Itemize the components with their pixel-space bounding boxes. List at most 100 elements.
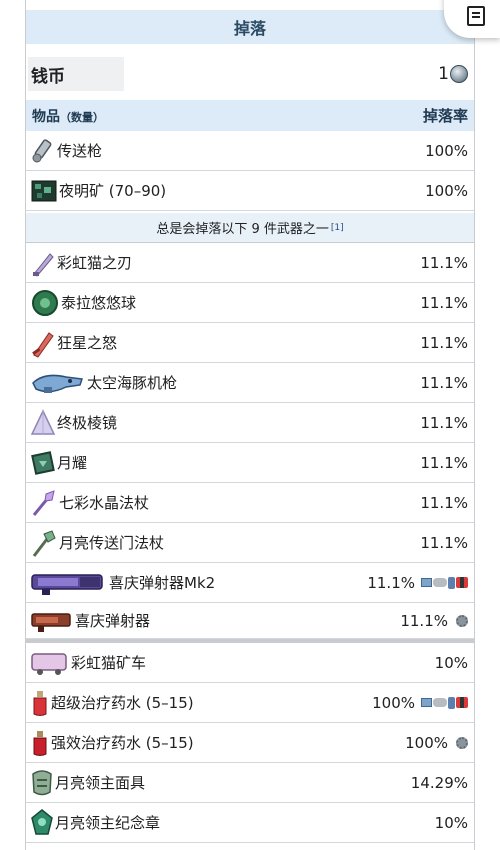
- item-link[interactable]: 喜庆弹射器Mk2: [109, 572, 215, 593]
- table-row: 彩虹猫矿车 10%: [26, 643, 474, 683]
- last-prism-icon: [30, 408, 56, 435]
- moon-lord-mask-icon: [32, 769, 52, 795]
- item-link[interactable]: 月亮传送门法杖: [59, 532, 164, 553]
- table-row: 喜庆弹射器Mk2 11.1%: [26, 563, 474, 603]
- table-row: 超级治疗药水 (5–15) 100%: [26, 683, 474, 723]
- drops-table: 掉落 钱币 1 物品（数量） 掉落率 传送枪 100% 夜明矿 (70–90) …: [25, 0, 475, 850]
- table-row: 泰拉悠悠球 11.1%: [26, 283, 474, 323]
- star-wrath-icon: [32, 331, 54, 358]
- drop-rate: 100%: [372, 693, 415, 712]
- console-icon: [433, 698, 447, 707]
- drop-rate: 11.1%: [420, 333, 468, 352]
- item-link[interactable]: 彩虹猫之刃: [57, 252, 132, 273]
- drop-rate-cell: 11.1%: [400, 612, 468, 630]
- drop-rate: 10%: [434, 813, 468, 832]
- table-row: 传送枪 100%: [26, 131, 474, 171]
- sdmg-icon: [32, 374, 84, 393]
- table-row: 月亮领主面具 14.29%: [26, 763, 474, 803]
- super-healing-potion-icon: [33, 690, 47, 716]
- coin-value: 1: [438, 64, 468, 84]
- table-row: 月亮传送门法杖 11.1%: [26, 523, 474, 563]
- lunar-flare-icon: [31, 450, 55, 475]
- item-link[interactable]: 超级治疗药水 (5–15): [51, 692, 194, 713]
- drop-rate: 11.1%: [420, 253, 468, 272]
- item-link[interactable]: 传送枪: [57, 140, 102, 161]
- celebration-icon: [31, 612, 71, 632]
- switch-icon: [456, 697, 468, 708]
- table-row: 夜明矿 (70–90) 100%: [26, 171, 474, 211]
- table-row: 月亮领主纪念章 10%: [26, 803, 474, 843]
- drop-rate: 11.1%: [420, 453, 468, 472]
- platform-icons: [421, 576, 468, 589]
- drop-rate-cell: 11.1%: [367, 574, 468, 592]
- weapon-group-text: 总是会掉落以下 9 件武器之一: [156, 222, 329, 237]
- console-icon: [433, 578, 447, 587]
- coin-amount: 1: [438, 64, 449, 84]
- platform-icons: [421, 696, 468, 709]
- item-link[interactable]: 喜庆弹射器: [75, 610, 150, 631]
- document-icon: [467, 6, 485, 26]
- old-gen-icon: [456, 736, 468, 749]
- table-row: 强效治疗药水 (5–15) 100%: [26, 723, 474, 763]
- meowmere-minecart-icon: [31, 652, 67, 675]
- table-row: 月耀 11.1%: [26, 443, 474, 483]
- drop-rate: 11.1%: [367, 573, 415, 592]
- drop-rate: 11.1%: [420, 413, 468, 432]
- item-link[interactable]: 彩虹猫矿车: [71, 652, 146, 673]
- mobile-icon: [448, 696, 455, 709]
- drop-rate: 10%: [434, 653, 468, 672]
- meowmere-icon: [33, 252, 54, 277]
- greater-healing-potion-icon: [33, 730, 47, 756]
- column-header: 物品（数量） 掉落率: [26, 100, 474, 131]
- column-qty-label: （数量）: [60, 110, 104, 124]
- drops-title: 掉落: [233, 19, 266, 38]
- drop-rate: 14.29%: [410, 773, 468, 792]
- item-link[interactable]: 终极棱镜: [57, 412, 117, 433]
- desktop-icon: [421, 698, 432, 707]
- coin-label: 钱币: [28, 57, 124, 91]
- table-row: 太空海豚机枪 11.1%: [26, 363, 474, 403]
- drop-rate: 100%: [405, 733, 448, 752]
- column-item-label: 物品（数量）: [32, 108, 104, 125]
- switch-icon: [456, 577, 468, 588]
- terrarian-yoyo-icon: [32, 289, 58, 316]
- moon-lord-relic-icon: [31, 808, 53, 835]
- item-link[interactable]: 月亮领主纪念章: [55, 812, 160, 833]
- mobile-icon: [448, 576, 455, 589]
- table-row: 彩虹猫之刃 11.1%: [26, 243, 474, 283]
- drop-rate: 11.1%: [420, 293, 468, 312]
- drops-section-header: 掉落: [26, 10, 474, 44]
- table-row: 狂星之怒 11.1%: [26, 323, 474, 363]
- drop-rate: 11.1%: [420, 493, 468, 512]
- drop-rate-cell: 100%: [372, 694, 468, 712]
- table-row: 终极棱镜 11.1%: [26, 403, 474, 443]
- table-row: 七彩水晶法杖 11.1%: [26, 483, 474, 523]
- luminite-ore-icon: [31, 180, 57, 201]
- weapon-group-header: 总是会掉落以下 9 件武器之一 [1]: [26, 213, 474, 243]
- portal-gun-icon: [32, 138, 52, 162]
- drop-rate: 100%: [425, 181, 468, 200]
- item-link[interactable]: 月耀: [57, 452, 87, 473]
- item-link[interactable]: 强效治疗药水 (5–15): [51, 732, 194, 753]
- item-link[interactable]: 狂星之怒: [57, 332, 117, 353]
- desktop-icon: [421, 578, 432, 587]
- column-rate-label: 掉落率: [422, 107, 468, 125]
- drop-rate: 11.1%: [420, 373, 468, 392]
- table-row: 喜庆弹射器 11.1%: [26, 603, 474, 639]
- coin-row: 钱币 1: [26, 56, 474, 92]
- platinum-coin-icon: [450, 65, 468, 83]
- drop-rate-cell: 100%: [405, 734, 468, 752]
- item-link[interactable]: 夜明矿 (70–90): [59, 180, 166, 201]
- celebration-mk2-icon: [31, 573, 103, 595]
- item-link[interactable]: 太空海豚机枪: [87, 372, 177, 393]
- drop-rate: 11.1%: [420, 533, 468, 552]
- lunar-portal-staff-icon: [32, 529, 56, 557]
- footnote-link[interactable]: [1]: [331, 223, 344, 233]
- item-link[interactable]: 七彩水晶法杖: [59, 492, 149, 513]
- item-link[interactable]: 月亮领主面具: [55, 772, 145, 793]
- drop-rate: 11.1%: [400, 611, 448, 630]
- item-link[interactable]: 泰拉悠悠球: [61, 292, 136, 313]
- drop-rate: 100%: [425, 141, 468, 160]
- old-gen-icon: [456, 614, 468, 627]
- rainbow-crystal-staff-icon: [32, 489, 55, 516]
